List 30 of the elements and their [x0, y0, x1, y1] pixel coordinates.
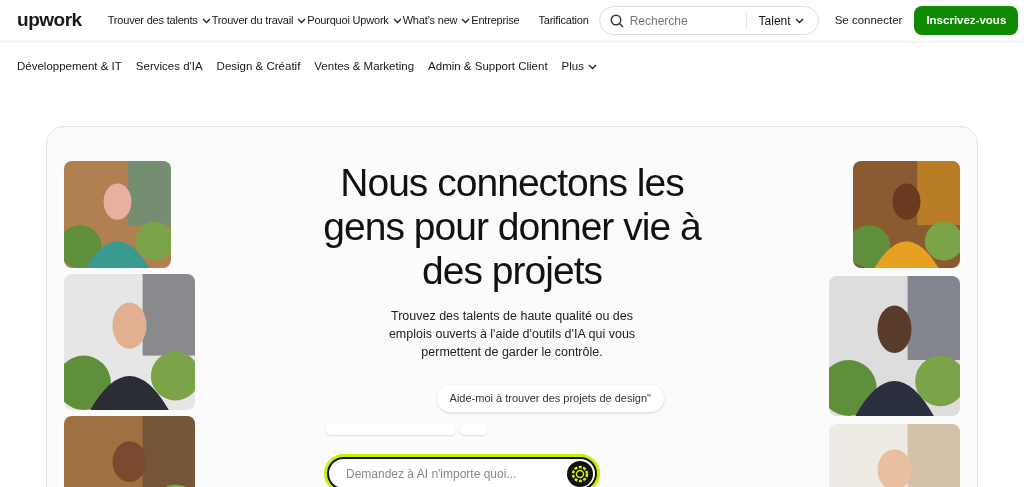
- category-link[interactable]: Ventes & Marketing: [314, 58, 415, 76]
- hero-subtitle: Trouvez des talents de haute qualité ou des emplois ouverts à l'aide d'outils d'IA qui vous permettent de garder le contrôle.: [387, 308, 637, 361]
- category-link[interactable]: Plus: [561, 58, 597, 76]
- category-link[interactable]: Développement & IT: [17, 58, 122, 76]
- nav-link[interactable]: Pourquoi Upwork: [307, 12, 402, 29]
- chevron-down-icon: [201, 17, 211, 24]
- chevron-down-icon: [461, 17, 471, 24]
- category-link[interactable]: Services d'IA: [135, 58, 203, 76]
- category-link[interactable]: Design & Créatif: [216, 58, 301, 76]
- nav-link[interactable]: What’s new: [402, 12, 471, 29]
- logo[interactable]: upwork: [17, 6, 82, 35]
- signup-button[interactable]: Inscrivez-vous: [914, 6, 1019, 35]
- chevron-down-icon: [794, 17, 804, 24]
- placeholder-bar: [460, 424, 487, 435]
- login-link[interactable]: Se connecter: [834, 11, 903, 30]
- search-scope-dropdown[interactable]: Talent: [746, 11, 808, 30]
- ai-prompt-box[interactable]: Demandez à AI n'importe quoi...: [329, 459, 595, 487]
- ai-sparkle-icon[interactable]: [567, 460, 593, 487]
- nav-link[interactable]: Trouver des talents: [107, 12, 211, 29]
- suggestion-chip[interactable]: Aide-moi à trouver des projets de design": [436, 385, 664, 412]
- hero-title: Nous connectons les gens pour donner vie à des projets: [322, 161, 703, 293]
- search-input[interactable]: Recherche: [629, 11, 740, 30]
- nav-link[interactable]: Tarification: [538, 12, 589, 29]
- chevron-down-icon: [392, 17, 402, 24]
- chevron-down-icon: [297, 17, 307, 24]
- search-icon: [609, 13, 624, 28]
- nav-link[interactable]: Trouver du travail: [211, 12, 307, 29]
- category-link[interactable]: Admin & Support Client: [428, 58, 548, 76]
- nav-link[interactable]: Entreprise: [471, 12, 520, 29]
- chevron-down-icon: [588, 64, 597, 70]
